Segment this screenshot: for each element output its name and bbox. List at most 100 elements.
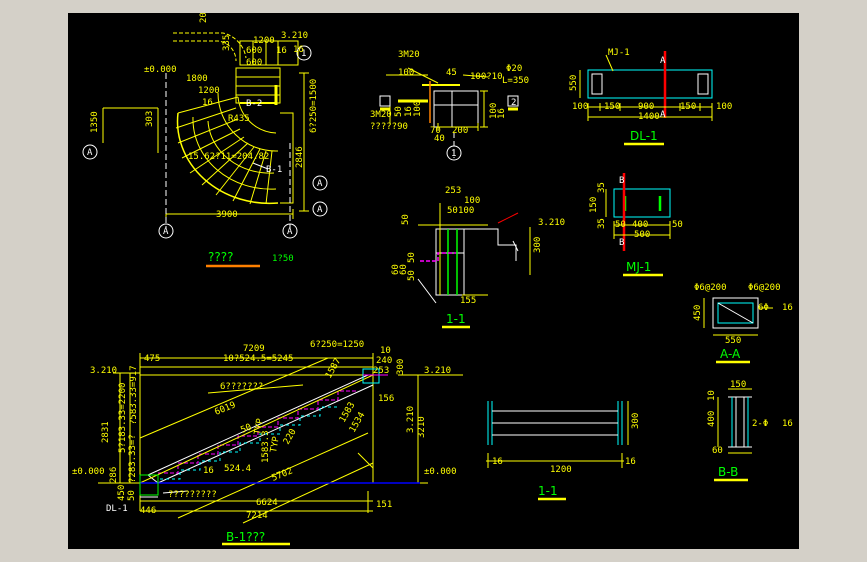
b1-dim-583: ?583.33=917 bbox=[129, 365, 139, 425]
b1-dim-3210v: 3.210 bbox=[406, 406, 416, 433]
b1-dim-50: 50 bbox=[127, 490, 137, 501]
b1-dim-3210: 3210 bbox=[417, 416, 427, 438]
mj1-cut-b-bot: B bbox=[619, 238, 624, 248]
dl1-cut-a-bot: A bbox=[660, 110, 666, 120]
plan-dim-303: 303 bbox=[145, 111, 155, 127]
plan-elev-top: 3.210 bbox=[281, 31, 308, 41]
plan-dim-20: 20 bbox=[199, 13, 209, 23]
bb-dim-16: 16 bbox=[782, 419, 793, 429]
plan-axis-a-bottom1: A bbox=[163, 227, 169, 237]
bb-dim-150: 150 bbox=[730, 380, 746, 390]
b1-dim-283: ?283.33=? bbox=[128, 434, 138, 483]
d1-dim-100: 100 bbox=[398, 68, 414, 78]
plan-dim-r435: R435 bbox=[228, 114, 250, 124]
aa-dim-16: 16 bbox=[782, 303, 793, 313]
b1-dim-446: 446 bbox=[140, 506, 156, 516]
aa-dim-phi6-right: Φ6@200 bbox=[748, 283, 781, 293]
dl1-dim-150a: 150 bbox=[604, 102, 620, 112]
d1-tag-2: 2 bbox=[511, 98, 516, 108]
plan-dim-600a: 600 bbox=[246, 46, 262, 56]
aa-dim-550: 550 bbox=[725, 336, 741, 346]
plan-dim-arc: 15.62?11=204.82 bbox=[188, 152, 269, 162]
dl1-dim-550: 550 bbox=[569, 75, 579, 91]
mj1-dim-500: 500 bbox=[634, 230, 650, 240]
plan-dim-335: 335 bbox=[222, 35, 232, 51]
aa-dim-6phi: 6Φ bbox=[758, 303, 769, 313]
s11a-dim-50c: 50 bbox=[407, 252, 417, 263]
s11b-dim-16b: 16 bbox=[625, 457, 636, 467]
b1-dim-16: 16 bbox=[203, 466, 214, 476]
b1-dim-10x524: 10?524.5=5245 bbox=[223, 354, 293, 364]
s11a-dim-253: 253 bbox=[445, 186, 461, 196]
plan-dim-16c: 16 bbox=[293, 45, 304, 55]
dl1-dim-150b: 150 bbox=[680, 102, 696, 112]
s11b-title: 1-1 bbox=[538, 484, 558, 498]
b1-dim-524: 524.4 bbox=[224, 464, 251, 474]
bb-dim-400: 400 bbox=[707, 411, 717, 427]
b1-dim-253: 253 bbox=[373, 366, 389, 376]
d1-dim-phi20: Φ20 bbox=[506, 64, 522, 74]
b1-dim-6624: 6624 bbox=[256, 498, 278, 508]
mj1-dim-150: 150 bbox=[589, 197, 599, 213]
d1-dim-100x10: 100?10 bbox=[470, 72, 503, 82]
dl1-title: DL-1 bbox=[630, 129, 658, 143]
s11a-dim-100b: 100 bbox=[458, 206, 474, 216]
s11a-elev: 3.210 bbox=[538, 218, 565, 228]
s11a-dim-50d: 50 bbox=[407, 270, 417, 281]
b1-dim-6x250: 6?250=1250 bbox=[310, 340, 364, 350]
plan-dim-1200b: 1200 bbox=[198, 86, 220, 96]
b1-dim-475: 475 bbox=[144, 354, 160, 364]
d1-dim-40: 40 bbox=[434, 134, 445, 144]
bb-dim-10: 10 bbox=[707, 390, 717, 401]
plan-dim-600b: 600 bbox=[246, 58, 262, 68]
plan-dim-3900: 3900 bbox=[216, 210, 238, 220]
b1-dim-240: 240 bbox=[376, 356, 392, 366]
d1-label-3m20-bot: 3M20 bbox=[370, 110, 392, 120]
b1-title: B-1??? bbox=[226, 530, 265, 544]
dl1-dim-100b: 100 bbox=[716, 102, 732, 112]
mj1-dim-35b: 35 bbox=[597, 218, 607, 229]
dl1-dim-900: 900 bbox=[638, 102, 654, 112]
plan-axis-a-left: A bbox=[87, 148, 93, 158]
b1-dim-156: 156 bbox=[378, 394, 394, 404]
dl1-cut-a-top: A bbox=[660, 56, 666, 66]
plan-dim-1350: 1350 bbox=[90, 111, 100, 133]
d1-dim-16b: 16 bbox=[497, 108, 507, 119]
b1-dim-10: 10 bbox=[380, 346, 391, 356]
bb-dim-60: 60 bbox=[712, 446, 723, 456]
plan-dim-16: 16 bbox=[276, 46, 287, 56]
b1-note-bottom: ????????? bbox=[168, 490, 217, 500]
bb-dim-2phi: 2-Φ bbox=[752, 419, 768, 429]
dl1-dim-1400: 1400 bbox=[638, 112, 660, 122]
plan-axis-a-right2: A bbox=[317, 205, 323, 215]
b1-dim-450: 450 bbox=[117, 485, 127, 501]
b1-dim-220: 220 bbox=[282, 427, 299, 446]
plan-tag-b1: B-1 bbox=[266, 165, 282, 175]
b1-dim-7214: 7214 bbox=[246, 511, 268, 521]
cad-drawing-canvas: A A A A A 1 1200 3.210 600 16 600 ±0.000… bbox=[68, 13, 799, 549]
mj1-dim-50a: 50 bbox=[615, 220, 626, 230]
b1-dim-7209: 7209 bbox=[243, 344, 265, 354]
d1-label-3m20-top: 3M20 bbox=[398, 50, 420, 60]
s11a-dim-155: 155 bbox=[460, 296, 476, 306]
b1-dim-1587: 1587 bbox=[324, 357, 344, 381]
b1-typ-2: TYP bbox=[269, 435, 282, 453]
mj1-title: MJ-1 bbox=[626, 260, 651, 274]
b1-dim-50b: 50 bbox=[239, 422, 253, 435]
plan-scale: 1?50 bbox=[272, 254, 294, 264]
mj1-dim-50b: 50 bbox=[672, 220, 683, 230]
plan-title: ???? bbox=[208, 250, 233, 264]
plan-axis-a-right1: A bbox=[317, 179, 323, 189]
d1-dim-100b: 100 bbox=[413, 101, 423, 117]
plan-dim-1200: 1200 bbox=[253, 36, 275, 46]
plan-dim-2846: 2846 bbox=[295, 146, 305, 168]
section-11-lower-drawing bbox=[486, 401, 629, 468]
aa-dim-phi6-left: Φ6@200 bbox=[694, 283, 727, 293]
b1-dim-300: 300 bbox=[396, 359, 406, 375]
b1-dim-6019: 6019 bbox=[213, 400, 237, 417]
plan-dim-16b: 16 bbox=[202, 98, 213, 108]
b1-dim-151: 151 bbox=[376, 500, 392, 510]
b1-dim-5x183: 5?183.33=2200 bbox=[118, 383, 128, 453]
drawing-sheet: A A A A A 1 1200 3.210 600 16 600 ±0.000… bbox=[72, 13, 793, 546]
b1-dim-286: 286 bbox=[109, 467, 119, 483]
